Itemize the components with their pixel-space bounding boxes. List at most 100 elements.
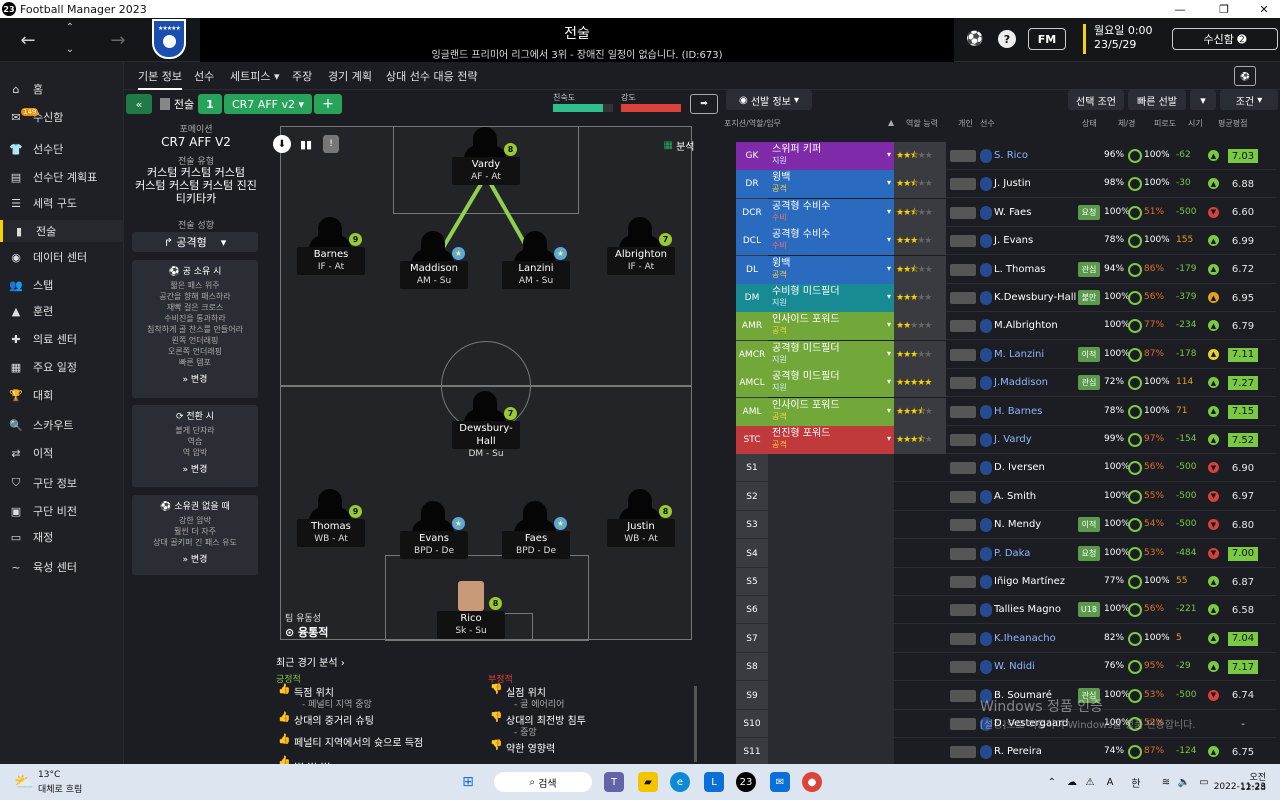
wifi-icon[interactable]: ≋	[1156, 772, 1176, 792]
table-row[interactable]: S4 P. Daka 요청 100% 53% -484 ▼ 7.00	[736, 540, 1276, 568]
back-arrow-icon[interactable]: ←	[14, 28, 42, 52]
personal-icons[interactable]	[950, 661, 976, 674]
personal-icons[interactable]	[950, 377, 976, 390]
position-code[interactable]: DCR	[736, 198, 768, 227]
col-player[interactable]: 선수	[980, 118, 995, 129]
table-row[interactable]: DCL 공격형 수비수 수비 ▾ ★★★ ★★ J. Evans 78% 100% 155 ▲ 6.9…	[736, 227, 1276, 256]
quick-pick-dropdown-icon[interactable]: ▾	[1190, 90, 1216, 110]
personal-icons[interactable]	[950, 178, 976, 191]
sidebar-item-inbox[interactable]: ✉ 149 수신함	[0, 106, 124, 128]
selection-info-dropdown[interactable]: ◉ 선발 정보 ▾	[726, 90, 812, 110]
player-name[interactable]: D. Iversen	[994, 462, 1045, 473]
edge-icon[interactable]: e	[670, 772, 690, 792]
position-code[interactable]: STC	[736, 426, 768, 454]
personal-icons[interactable]	[950, 348, 976, 361]
windows-start-icon[interactable]: ⊞	[458, 772, 478, 792]
analysis-item[interactable]: 👎 상대의 최전방 침투 - 중앙	[490, 712, 690, 740]
table-row[interactable]: DR 윙백 공격 ▾ ★★⯪ ★★ J. Justin 98% 100% -30 ▲ 6.88	[736, 170, 1276, 199]
col-position[interactable]: 포지션/역할/임무	[724, 118, 781, 129]
quick-pick-button[interactable]: 빠른 선발	[1128, 90, 1186, 110]
analysis-title[interactable]: 최근 경기 분석 ›	[276, 654, 345, 669]
personal-icons[interactable]	[950, 292, 976, 304]
table-row[interactable]: GK 스위퍼 키퍼 지원 ▾ ★★⯪ ★★ S. Rico 96% 100% -62 ▲ 7.03	[736, 142, 1276, 170]
player-name-box[interactable]: Maddison AM - Su	[400, 261, 468, 289]
personal-icons[interactable]	[950, 604, 976, 617]
player-name[interactable]: Iñigo Martínez	[994, 576, 1065, 587]
table-row[interactable]: S8 W. Ndidi 76% 95% -29 ▲ 7.17	[736, 653, 1276, 682]
player-marker-dewsburyhall[interactable]: 7 Dewsbury-Hall DM - Su	[446, 391, 526, 459]
player-name-box[interactable]: Albrighton IF - At	[607, 247, 675, 275]
table-row[interactable]: AMR 인사이드 포워드 공격 ▾ ★★ ★★★ M.Albrighton 100% 77% -2…	[736, 312, 1276, 341]
fm-menu-button[interactable]: FM	[1028, 28, 1066, 50]
position-code[interactable]: S9	[736, 682, 768, 710]
player-name[interactable]: K.Iheanacho	[994, 633, 1056, 644]
mentality-dropdown[interactable]: ↱ 공격형 ▾	[132, 232, 258, 252]
player-marker-barnes[interactable]: 9 Barnes IF - At	[291, 217, 371, 277]
position-code[interactable]: S6	[736, 596, 768, 624]
position-code[interactable]: S1	[736, 454, 768, 482]
chevron-down-icon[interactable]: ⌄	[60, 42, 80, 56]
input-language[interactable]: A	[1100, 772, 1120, 792]
personal-icons[interactable]	[950, 235, 976, 248]
sidebar-item-data[interactable]: ◉ 데이터 센터	[0, 246, 124, 268]
personal-icons[interactable]	[950, 263, 976, 276]
analysis-scrollbar[interactable]	[694, 686, 697, 762]
player-name[interactable]: N. Mendy	[994, 519, 1041, 530]
tab-opposition[interactable]: 상대 선수 대응 전략	[386, 68, 477, 84]
position-code[interactable]: S4	[736, 540, 768, 568]
player-name[interactable]: K.Dewsbury-Hall	[994, 292, 1076, 303]
sidebar-item-training[interactable]: ▲ 훈련	[0, 300, 124, 322]
onedrive-icon[interactable]: ☁	[1062, 772, 1082, 792]
position-code[interactable]: GK	[736, 142, 768, 170]
tab-match-plans[interactable]: 경기 계획	[328, 68, 372, 84]
position-code[interactable]: DR	[736, 170, 768, 199]
tab-set-pieces[interactable]: 세트피스 ▾	[230, 68, 280, 84]
role-selector[interactable]: 공격형 수비수 수비 ▾	[768, 227, 894, 256]
col-fatigue[interactable]: 피로도	[1154, 118, 1176, 129]
learn-app-icon[interactable]: L	[704, 772, 724, 792]
analysis-item[interactable]: 👎 실점 위치 - 골 에어리어	[490, 684, 690, 712]
table-row[interactable]: STC 전진형 포워드 공격 ▾ ★★★⯪ ★ J. Vardy 99% 97% -154 ▲ 7.5…	[736, 426, 1276, 454]
player-name[interactable]: S. Rico	[994, 150, 1028, 161]
sidebar-item-trophy[interactable]: 🏆 대회	[0, 384, 124, 406]
player-name-box[interactable]: Rico Sk - Su	[437, 611, 505, 639]
forward-arrow-icon[interactable]: →	[104, 28, 132, 52]
role-selector[interactable]: 인사이드 포워드 공격 ▾	[768, 397, 894, 426]
tab-players[interactable]: 선수	[194, 68, 214, 84]
table-row[interactable]: S7 K.Iheanacho 82% 100% 5 ▲ 7.04	[736, 625, 1276, 653]
sidebar-item-medical[interactable]: ✚ 의료 센터	[0, 328, 124, 350]
player-name[interactable]: W. Ndidi	[994, 661, 1035, 672]
personal-icons[interactable]	[950, 689, 976, 702]
player-name-box[interactable]: Justin WB - At	[607, 519, 675, 547]
football-icon[interactable]: ⚽	[966, 30, 984, 48]
sidebar-item-home[interactable]: ⌂ 홈	[0, 78, 124, 100]
chrome-icon[interactable]: ●	[802, 772, 822, 792]
personal-icons[interactable]	[950, 632, 976, 645]
table-row[interactable]: S6 Tallies Magno U18 100% 56% -221 ▲ 6.58	[736, 596, 1276, 625]
player-name[interactable]: J. Justin	[994, 178, 1031, 189]
player-name-box[interactable]: Evans BPD - De	[400, 531, 468, 559]
role-selector[interactable]: 공격형 미드필더 지원 ▾	[768, 340, 894, 369]
continue-inbox-button[interactable]: 수신함 ➋	[1172, 28, 1278, 50]
sidebar-item-staff[interactable]: 👥 스탭	[0, 274, 124, 296]
out-of-possession-change[interactable]: » 변경	[132, 552, 258, 565]
table-row[interactable]: S2 A. Smith 100% 55% -500 ▼ 6.97	[736, 483, 1276, 511]
role-selector[interactable]: 윙백 공격 ▾	[768, 255, 894, 284]
player-marker-justin[interactable]: 8 Justin WB - At	[601, 489, 681, 549]
in-transition-change[interactable]: » 변경	[132, 462, 258, 475]
table-row[interactable]: S5 Iñigo Martínez 77% 100% 55 ▲ 6.87	[736, 568, 1276, 596]
col-rating[interactable]: 평균평점	[1218, 118, 1247, 129]
position-code[interactable]: AML	[736, 397, 768, 426]
table-row[interactable]: AMCR 공격형 미드필더 지원 ▾ ★★★ ★★ M. Lanzini 이적 100% 87% -…	[736, 340, 1276, 369]
personal-icons[interactable]	[950, 434, 976, 446]
role-selector[interactable]: 스위퍼 키퍼 지원 ▾	[768, 142, 894, 170]
chevron-up-icon[interactable]: ⌃	[60, 20, 80, 34]
col-fitness[interactable]: 체/경	[1118, 118, 1135, 129]
player-marker-faes[interactable]: ★ Faes BPD - De	[496, 501, 576, 561]
table-row[interactable]: S11 R. Pereira 74% 87% -124 ▲ 6.75	[736, 738, 1276, 767]
in-possession-change[interactable]: » 변경	[132, 372, 258, 385]
sidebar-item-tactics[interactable]: ▮ 전술	[0, 220, 124, 242]
sidebar-item-clipboard[interactable]: ▤ 선수단 계획표	[0, 166, 124, 188]
player-name[interactable]: J. Vardy	[994, 434, 1032, 445]
sidebar-item-scout[interactable]: 🔍 스카우트	[0, 414, 124, 436]
